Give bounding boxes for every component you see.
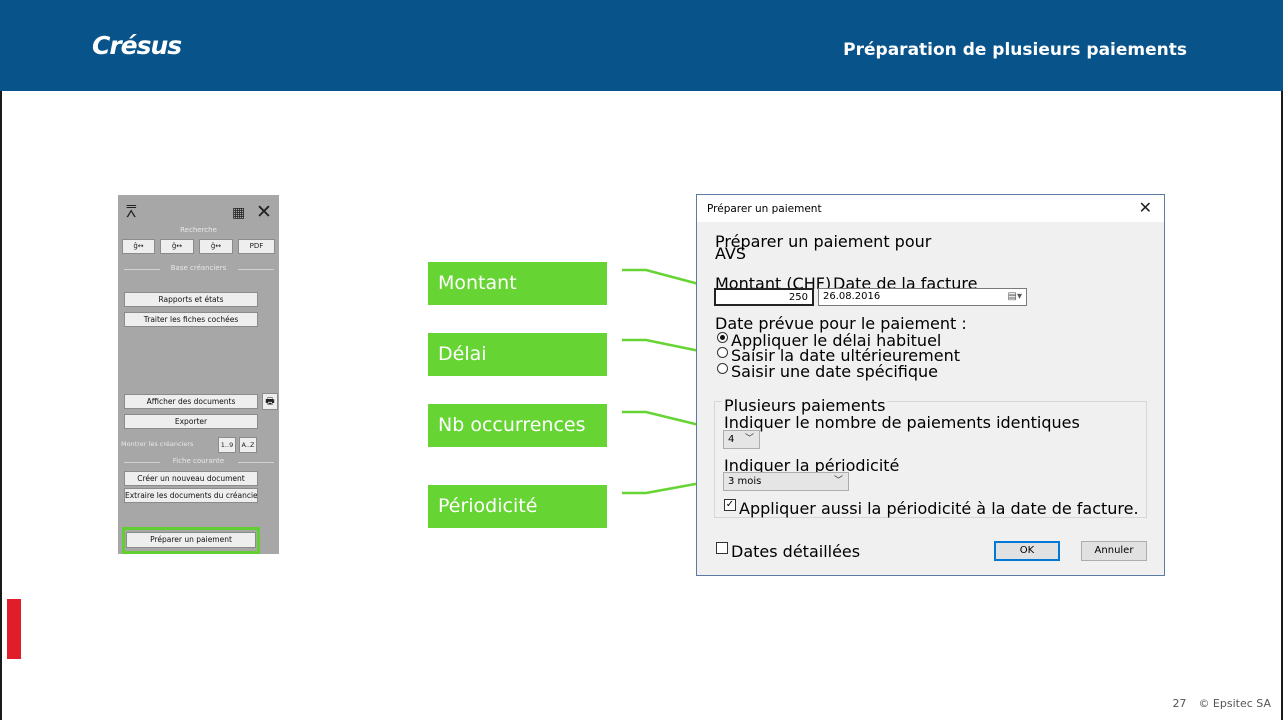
count-select[interactable]: 4 ﹀: [723, 430, 760, 449]
count-label: Indiquer le nombre de paiements identiqu…: [724, 413, 1080, 432]
invoice-date-value: 26.08.2016: [823, 291, 881, 302]
detailed-dates-label: Dates détaillées: [731, 542, 861, 561]
cancel-button[interactable]: Annuler: [1081, 541, 1147, 561]
ok-button[interactable]: OK: [994, 541, 1060, 561]
radio-specific-date-label: Saisir une date spécifique: [731, 362, 939, 381]
radio-specific-date[interactable]: [717, 363, 728, 374]
dialog-titlebar: Préparer un paiement ✕: [697, 195, 1164, 222]
chevron-down-icon: ﹀: [744, 434, 754, 444]
apply-period-checkbox[interactable]: ✓: [724, 499, 736, 511]
amount-input[interactable]: 250: [714, 288, 814, 306]
invoice-date-input[interactable]: 26.08.2016 ▤▾: [818, 288, 1027, 306]
apply-period-label: Appliquer aussi la périodicité à la date…: [739, 499, 1139, 518]
dialog-title: Préparer un paiement: [707, 203, 822, 215]
period-value: 3 mois: [728, 476, 762, 487]
creditor-name: AVS: [715, 244, 747, 263]
calendar-dropdown-icon[interactable]: ▤▾: [1008, 289, 1022, 305]
period-select[interactable]: 3 mois ﹀: [723, 472, 849, 491]
prepare-payment-dialog: Préparer un paiement ✕: [696, 194, 1165, 576]
detailed-dates-checkbox[interactable]: [716, 542, 728, 554]
chevron-down-icon: ﹀: [833, 476, 843, 486]
prepare-for-label: Préparer un paiement pour: [715, 232, 932, 251]
radio-usual-delay[interactable]: [717, 332, 728, 343]
close-icon[interactable]: ✕: [1139, 198, 1152, 217]
count-value: 4: [728, 434, 735, 445]
radio-later-date[interactable]: [717, 347, 728, 358]
